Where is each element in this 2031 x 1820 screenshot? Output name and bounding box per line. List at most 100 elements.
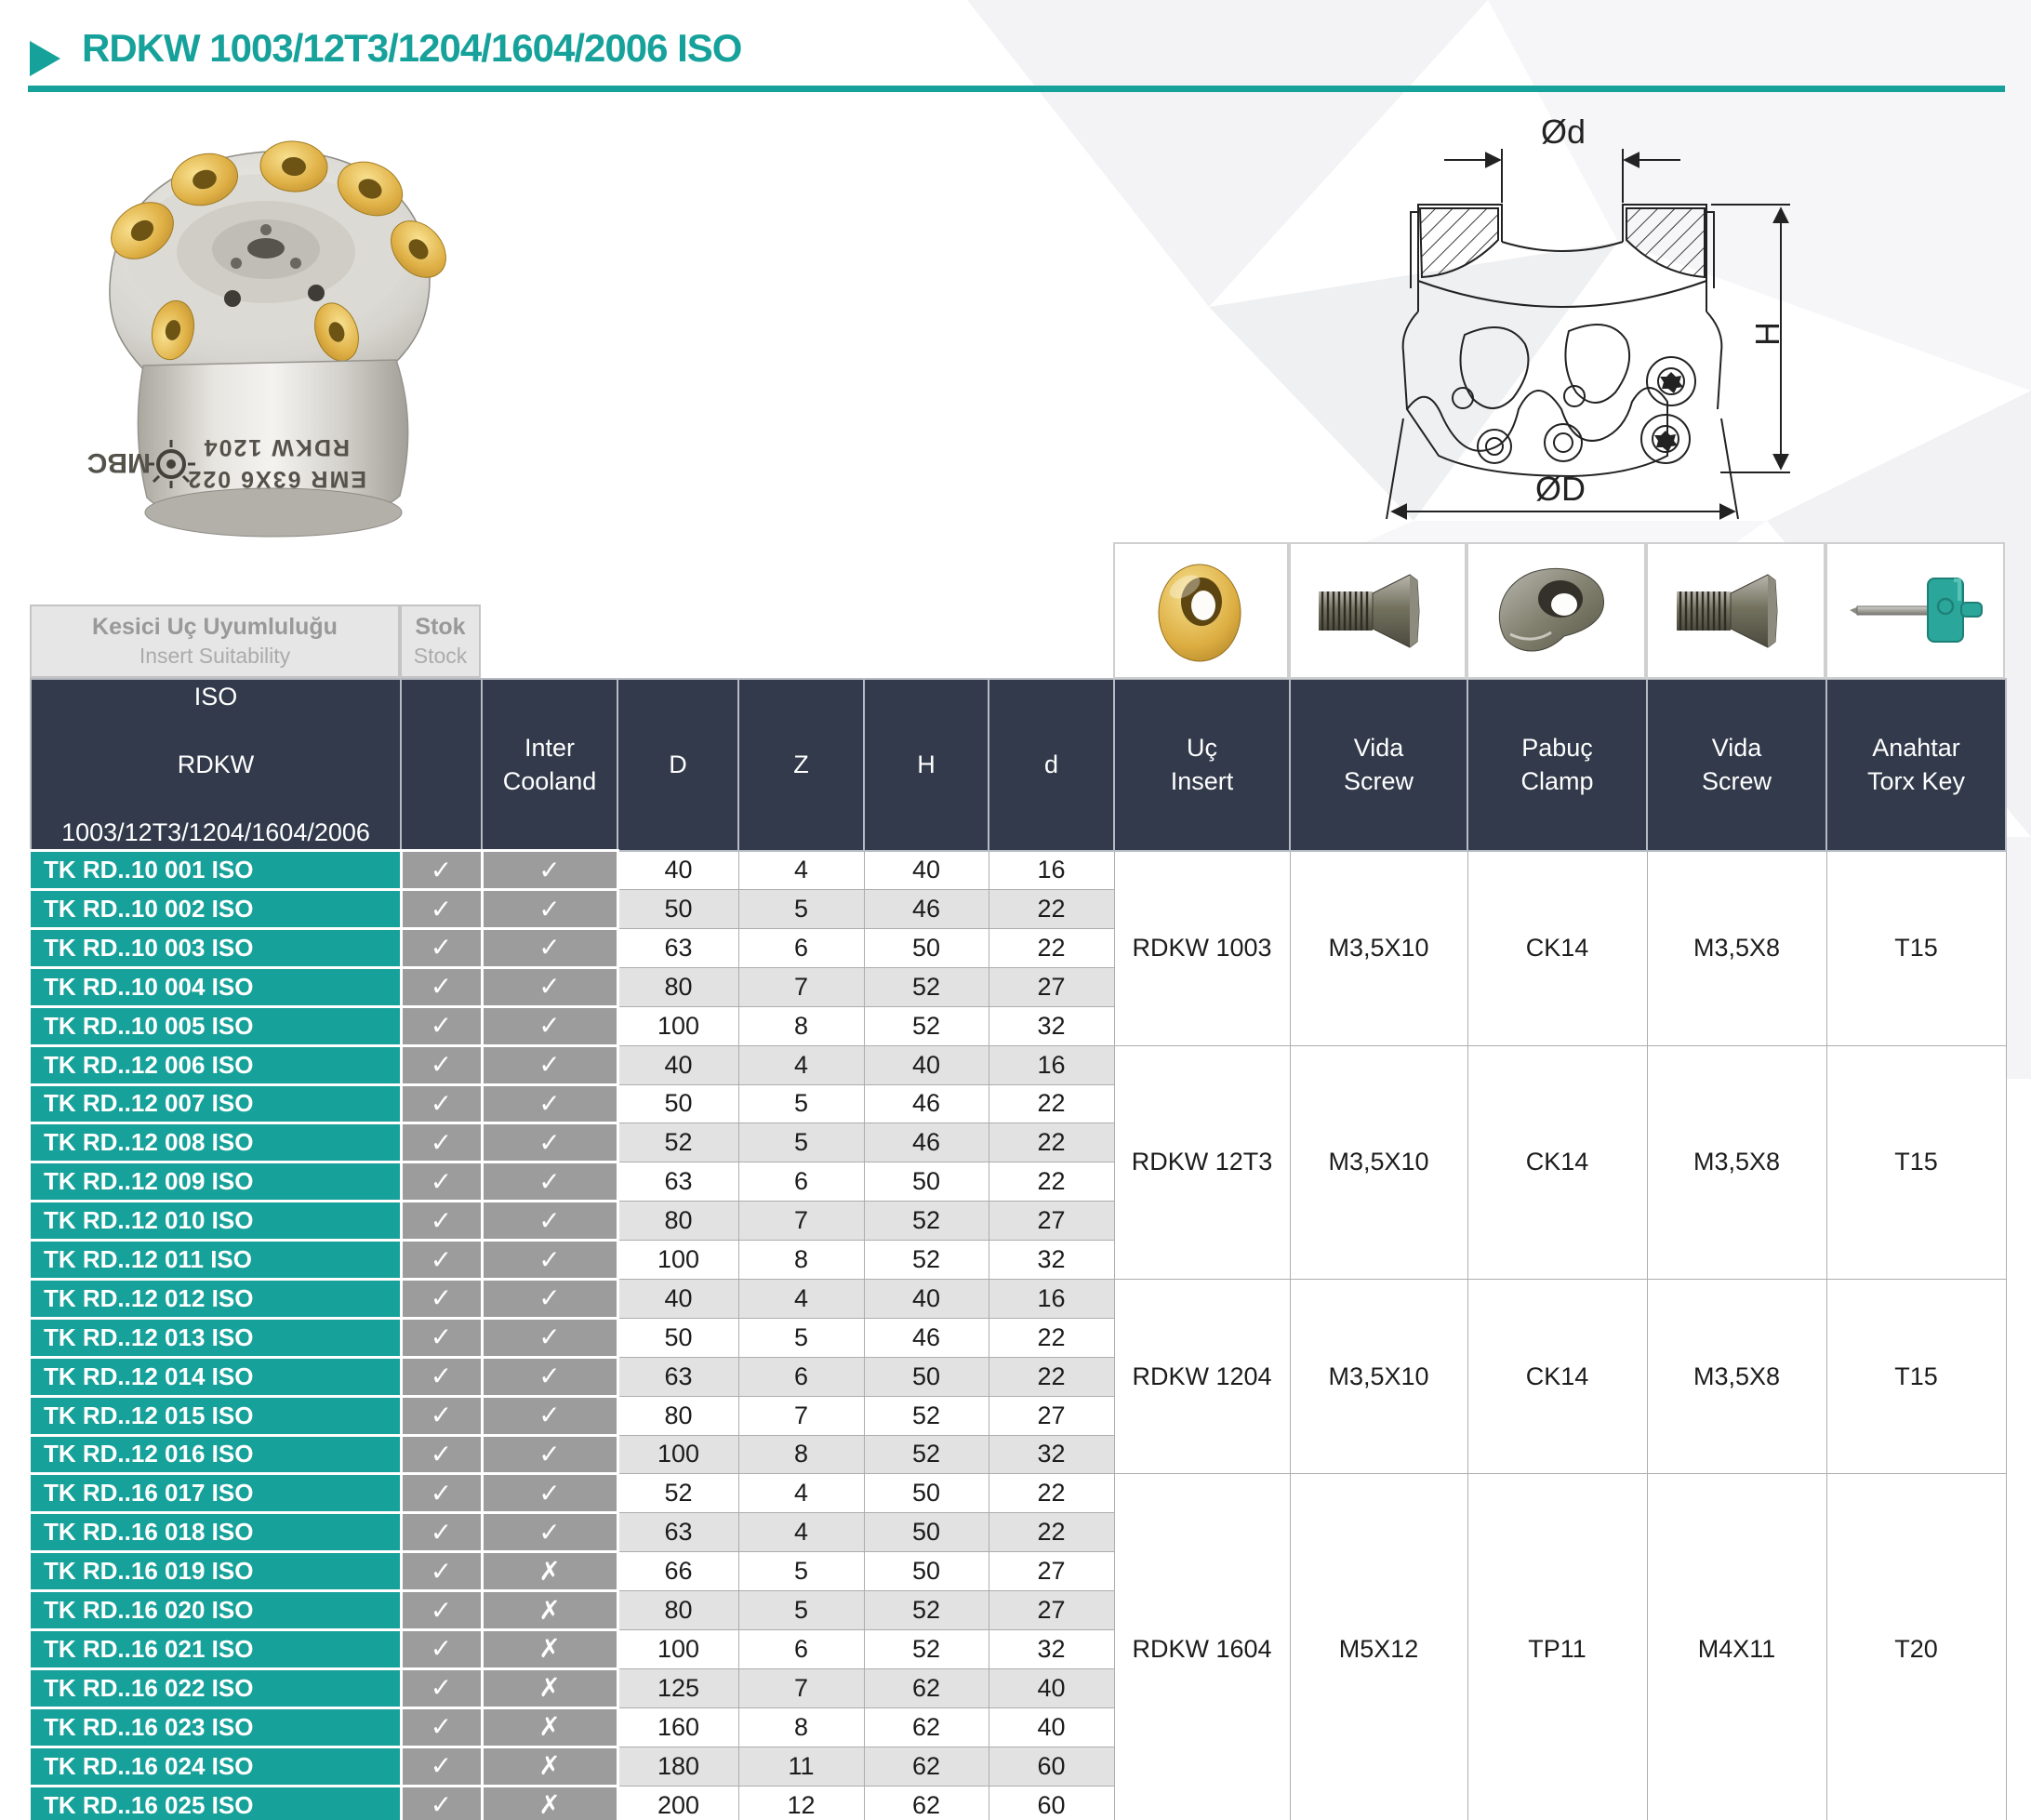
value-H: 46 [864,1123,989,1162]
stock-mark: ✓ [401,1241,482,1280]
group-screw2: M3,5X8 [1647,1279,1826,1473]
value-D: 52 [617,1123,738,1162]
row-code: TK RD..10 001 ISO [31,851,401,890]
stock-mark: ✓ [401,1202,482,1241]
brand-text: MBC [87,447,151,478]
value-D: 50 [617,1084,738,1123]
value-D: 40 [617,1045,738,1084]
clamp-screw-icon [1671,569,1801,653]
value-D: 63 [617,928,738,967]
stock-mark: ✓ [401,1006,482,1045]
stock-mark: ✓ [401,851,482,890]
value-H: 50 [864,1162,989,1202]
value-Z: 7 [738,1396,864,1435]
insert-suitability-header: Kesici Uç Uyumluluğu Insert Suitability [30,604,400,678]
value-Z: 7 [738,967,864,1006]
value-D: 63 [617,1357,738,1396]
clamp-screw2-photo-cell [1646,542,1825,679]
value-D: 125 [617,1668,738,1707]
header-coolant: Inter Cooland [482,679,617,851]
value-H: 50 [864,1474,989,1513]
value-Z: 6 [738,928,864,967]
row-code: TK RD..16 021 ISO [31,1630,401,1669]
value-Z: 4 [738,851,864,890]
value-Z: 8 [738,1707,864,1747]
coolant-mark: ✓ [482,967,617,1006]
value-Z: 4 [738,1045,864,1084]
value-Z: 7 [738,1202,864,1241]
value-D: 100 [617,1630,738,1669]
marking-line2: RDKW 1204 [203,434,350,460]
row-code: TK RD..12 013 ISO [31,1318,401,1357]
value-d: 32 [989,1006,1114,1045]
value-d: 16 [989,1045,1114,1084]
clamp-photo-cell [1467,542,1646,679]
value-D: 63 [617,1513,738,1552]
value-D: 50 [617,1318,738,1357]
value-Z: 6 [738,1357,864,1396]
group-screw: M3,5X10 [1290,1279,1467,1473]
value-Z: 4 [738,1513,864,1552]
value-Z: 5 [738,1084,864,1123]
coolant-mark: ✗ [482,1630,617,1669]
value-d: 32 [989,1241,1114,1280]
value-d: 27 [989,1552,1114,1591]
value-H: 62 [864,1747,989,1786]
header-Z: Z [738,679,864,851]
row-code: TK RD..16 025 ISO [31,1786,401,1820]
value-H: 46 [864,890,989,929]
coolant-mark: ✗ [482,1552,617,1591]
value-Z: 12 [738,1786,864,1820]
header-insert: Uç Insert [1114,679,1290,851]
value-Z: 5 [738,1591,864,1630]
table-row: TK RD..12 012 ISO✓✓4044016RDKW 1204M3,5X… [31,1279,2006,1318]
stock-mark: ✓ [401,1630,482,1669]
dim-label-right: H [1748,322,1786,346]
group-insert: RDKW 12T3 [1114,1045,1290,1279]
coolant-mark: ✓ [482,1123,617,1162]
stock-mark: ✓ [401,1747,482,1786]
row-code: TK RD..10 005 ISO [31,1006,401,1045]
header-screw2: Vida Screw [1647,679,1826,851]
value-H: 62 [864,1786,989,1820]
clamp-icon [1492,560,1622,662]
stock-mark: ✓ [401,1552,482,1591]
stock-mark: ✓ [401,1123,482,1162]
value-d: 27 [989,1591,1114,1630]
table-header-row: ISO RDKW 1003/12T3/1204/1604/2006 Inter … [31,679,2006,851]
torx-key-icon [1846,569,1985,653]
table-row: TK RD..12 006 ISO✓✓4044016RDKW 12T3M3,5X… [31,1045,2006,1084]
row-code: TK RD..16 019 ISO [31,1552,401,1591]
value-d: 22 [989,1123,1114,1162]
round-insert-icon [1146,555,1257,667]
value-D: 66 [617,1552,738,1591]
coolant-mark: ✓ [482,1513,617,1552]
coolant-mark: ✓ [482,1084,617,1123]
coolant-mark: ✗ [482,1707,617,1747]
row-code: TK RD..16 018 ISO [31,1513,401,1552]
row-code: TK RD..16 017 ISO [31,1474,401,1513]
title-arrow-icon [30,41,60,76]
coolant-mark: ✓ [482,1474,617,1513]
value-D: 100 [617,1241,738,1280]
spec-table-body: TK RD..10 001 ISO✓✓4044016RDKW 1003M3,5X… [31,851,2006,1820]
group-clamp: CK14 [1467,851,1647,1045]
header-stock-spacer [401,679,482,851]
group-insert: RDKW 1604 [1114,1474,1290,1820]
header-H: H [864,679,989,851]
header-torx: Anahtar Torx Key [1826,679,2006,851]
value-D: 180 [617,1747,738,1786]
coolant-mark: ✗ [482,1591,617,1630]
value-Z: 5 [738,1318,864,1357]
page-title: RDKW 1003/12T3/1204/1604/2006 ISO [82,26,741,71]
coolant-mark: ✓ [482,1279,617,1318]
value-H: 50 [864,1513,989,1552]
technical-drawing: Ød H ØD [1353,102,1874,539]
group-clamp: CK14 [1467,1279,1647,1473]
row-code: TK RD..10 002 ISO [31,890,401,929]
value-d: 22 [989,1357,1114,1396]
stock-mark: ✓ [401,1396,482,1435]
stock-mark: ✓ [401,1474,482,1513]
value-H: 52 [864,1435,989,1474]
group-screw2: M3,5X8 [1647,851,1826,1045]
